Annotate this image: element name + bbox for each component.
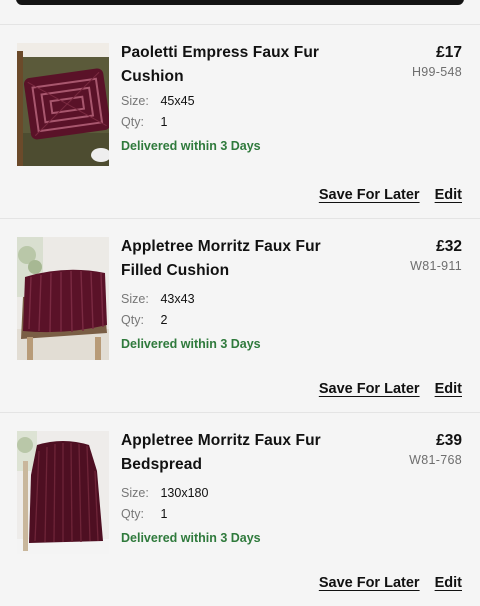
- save-for-later-button[interactable]: Save For Later: [319, 575, 420, 591]
- size-row: Size: 130x180: [121, 485, 208, 501]
- bedspread-photo: [17, 431, 109, 554]
- qty-label: Qty:: [121, 115, 144, 129]
- size-value: 130x180: [160, 486, 209, 500]
- delivery-estimate: Delivered within 3 Days: [121, 531, 261, 545]
- qty-row: Qty: 1: [121, 506, 167, 522]
- qty-value: 1: [160, 507, 168, 521]
- product-image[interactable]: [17, 237, 109, 360]
- product-name[interactable]: Paoletti Empress Faux Fur Cushion: [121, 41, 333, 89]
- cushion-photo: [17, 43, 109, 166]
- save-for-later-button[interactable]: Save For Later: [319, 381, 420, 397]
- qty-row: Qty: 2: [121, 312, 167, 328]
- product-image[interactable]: [17, 43, 109, 166]
- product-sku: W81-911: [410, 259, 462, 273]
- size-row: Size: 43x43: [121, 291, 195, 307]
- edit-button[interactable]: Edit: [435, 381, 462, 397]
- delivery-estimate: Delivered within 3 Days: [121, 337, 261, 351]
- size-row: Size: 45x45: [121, 93, 195, 109]
- product-price: £39: [436, 432, 462, 449]
- qty-label: Qty:: [121, 507, 144, 521]
- top-action-bar[interactable]: [16, 0, 464, 5]
- product-name[interactable]: Appletree Morritz Faux Fur Bedspread: [121, 429, 333, 477]
- product-sku: W81-768: [409, 453, 462, 467]
- item-actions: Save For Later Edit: [308, 187, 462, 203]
- product-image[interactable]: [17, 431, 109, 554]
- size-value: 43x43: [160, 292, 195, 306]
- size-label: Size:: [121, 486, 149, 500]
- cushion-photo: [17, 237, 109, 360]
- size-value: 45x45: [160, 94, 195, 108]
- item-actions: Save For Later Edit: [308, 381, 462, 397]
- qty-value: 1: [160, 115, 168, 129]
- qty-label: Qty:: [121, 313, 144, 327]
- product-sku: H99-548: [411, 65, 462, 79]
- edit-button[interactable]: Edit: [435, 575, 462, 591]
- delivery-estimate: Delivered within 3 Days: [121, 139, 261, 153]
- size-label: Size:: [121, 94, 149, 108]
- product-price: £32: [436, 238, 462, 255]
- product-price: £17: [436, 44, 462, 61]
- qty-value: 2: [160, 313, 168, 327]
- edit-button[interactable]: Edit: [435, 187, 462, 203]
- basket-item: Paoletti Empress Faux Fur Cushion £17 H9…: [0, 24, 480, 218]
- product-name[interactable]: Appletree Morritz Faux Fur Filled Cushio…: [121, 235, 333, 283]
- item-actions: Save For Later Edit: [308, 575, 462, 591]
- save-for-later-button[interactable]: Save For Later: [319, 187, 420, 203]
- basket-item: Appletree Morritz Faux Fur Filled Cushio…: [0, 218, 480, 412]
- size-label: Size:: [121, 292, 149, 306]
- qty-row: Qty: 1: [121, 114, 167, 130]
- basket-item: Appletree Morritz Faux Fur Bedspread £39…: [0, 412, 480, 606]
